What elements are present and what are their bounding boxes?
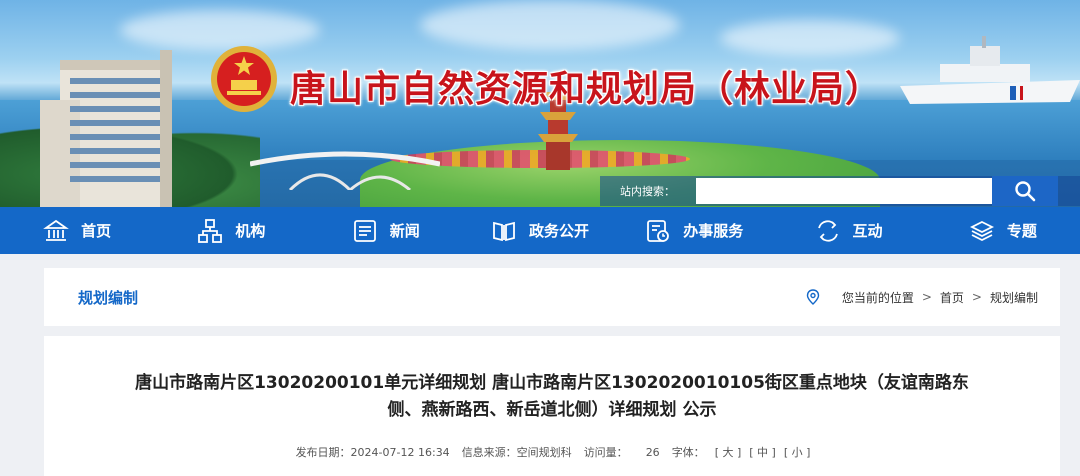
cloud xyxy=(420,0,680,50)
news-icon xyxy=(353,219,376,242)
header-banner: 唐山市自然资源和规划局（林业局） 站内搜索： xyxy=(0,0,1080,207)
search-label: 站内搜索： xyxy=(620,185,675,198)
nav-item-special[interactable]: 专题 xyxy=(926,207,1080,254)
nav-item-public-affairs[interactable]: 政务公开 xyxy=(463,207,617,254)
publish-date: 发布日期：2024-07-12 16:34 xyxy=(295,446,450,459)
article-title-line: 侧、燕新路西、新岳道北侧）详细规划 公示 xyxy=(387,400,717,420)
site-title: 唐山市自然资源和规划局（林业局） xyxy=(290,68,883,110)
font-large-button[interactable]: [ 大 ] xyxy=(715,444,742,460)
ship xyxy=(900,36,1080,104)
breadcrumb-panel: 规划编制 您当前的位置 > 首页 > 规划编制 xyxy=(44,268,1060,326)
article-meta: 发布日期：2024-07-12 16:34 信息来源：空间规划科 访问量： 26 … xyxy=(44,444,1060,460)
search-icon xyxy=(1015,181,1036,202)
org-chart-icon xyxy=(198,218,223,243)
nav-label: 政务公开 xyxy=(528,222,589,240)
nav-item-home[interactable]: 首页 xyxy=(0,207,154,254)
national-emblem-icon xyxy=(211,46,277,112)
article-title-line: 唐山市路南片区13020200101单元详细规划 唐山市路南片区13020200… xyxy=(135,373,969,393)
info-source: 信息来源：空间规划科 xyxy=(461,446,572,459)
font-medium-button[interactable]: [ 中 ] xyxy=(749,444,776,460)
view-count-value: 26 xyxy=(645,446,660,459)
breadcrumb: 您当前的位置 > 首页 > 规划编制 xyxy=(806,289,1038,306)
cloud xyxy=(720,20,900,56)
breadcrumb-current-link[interactable]: 规划编制 xyxy=(990,289,1038,306)
breadcrumb-separator: > xyxy=(971,290,982,304)
service-clock-icon xyxy=(647,219,670,242)
search-button[interactable] xyxy=(992,176,1058,206)
nav-label: 首页 xyxy=(81,222,112,240)
layers-icon xyxy=(969,220,994,241)
nav-item-services[interactable]: 办事服务 xyxy=(617,207,771,254)
nav-item-interaction[interactable]: 互动 xyxy=(771,207,925,254)
open-book-icon xyxy=(493,221,515,241)
nav-label: 机构 xyxy=(235,222,266,240)
section-title: 规划编制 xyxy=(78,288,139,307)
article-title: 唐山市路南片区13020200101单元详细规划 唐山市路南片区13020200… xyxy=(102,370,1002,424)
main-nav: 首页 机构 新闻 政务公开 办事服务 互动 专题 xyxy=(0,207,1080,254)
view-count: 访问量： 26 xyxy=(584,444,660,460)
nav-label: 新闻 xyxy=(389,222,420,240)
nav-item-news[interactable]: 新闻 xyxy=(309,207,463,254)
site-search: 站内搜索： xyxy=(600,176,1080,206)
article: 唐山市路南片区13020200101单元详细规划 唐山市路南片区13020200… xyxy=(44,336,1060,476)
font-size-label: 字体： xyxy=(671,446,705,459)
nav-label: 互动 xyxy=(852,222,883,240)
interaction-icon xyxy=(817,219,838,242)
location-label: 您当前的位置 xyxy=(841,290,914,305)
font-small-button[interactable]: [ 小 ] xyxy=(784,444,811,460)
government-building xyxy=(40,50,172,207)
nav-label: 专题 xyxy=(1006,222,1037,240)
location-pin-icon xyxy=(806,289,820,305)
arch-bridge xyxy=(250,151,440,190)
nav-item-org[interactable]: 机构 xyxy=(154,207,308,254)
view-count-label: 访问量： xyxy=(583,446,628,459)
nav-label: 办事服务 xyxy=(683,222,744,240)
breadcrumb-home-link[interactable]: 首页 xyxy=(940,289,964,306)
bank-icon xyxy=(43,219,69,241)
breadcrumb-separator: > xyxy=(921,290,932,304)
search-input[interactable] xyxy=(696,178,992,204)
